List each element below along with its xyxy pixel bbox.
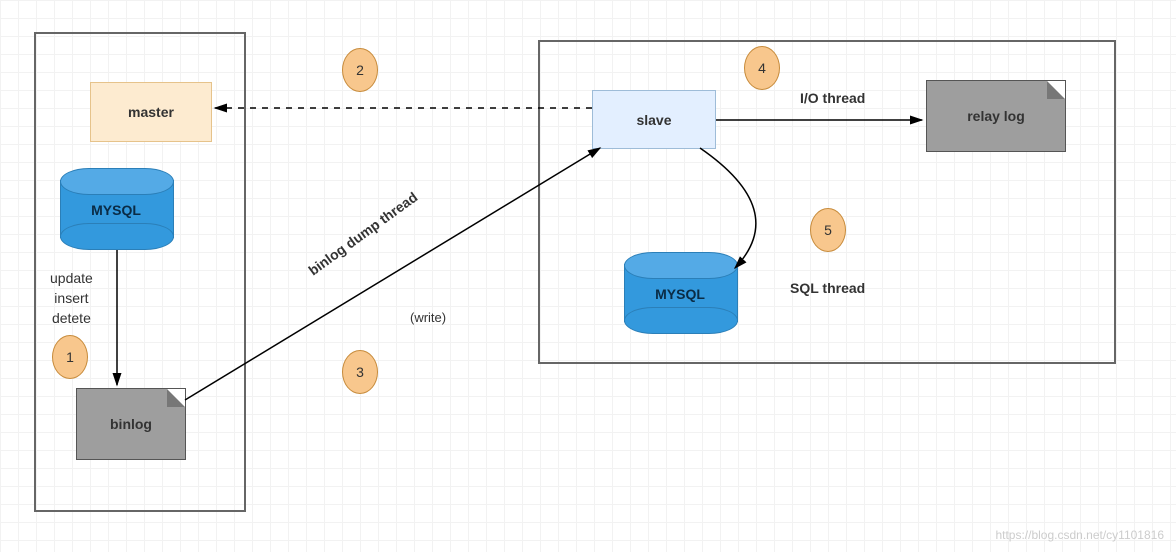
slave-db: MYSQL	[624, 252, 736, 334]
badge-3-text: 3	[356, 364, 364, 380]
ops-label: update insert detete	[50, 268, 93, 328]
master-box: master	[90, 82, 212, 142]
watermark: https://blog.csdn.net/cy1101816	[995, 528, 1164, 542]
badge-2-text: 2	[356, 62, 364, 78]
step-badge-5: 5	[810, 208, 846, 252]
slave-label: slave	[636, 112, 671, 128]
step-badge-4: 4	[744, 46, 780, 90]
badge-1-text: 1	[66, 349, 74, 365]
sql-thread-label: SQL thread	[790, 280, 865, 296]
step-badge-3: 3	[342, 350, 378, 394]
relaylog-doc: relay log	[926, 80, 1066, 152]
slave-box: slave	[592, 90, 716, 149]
write-label: (write)	[410, 310, 446, 325]
step-badge-2: 2	[342, 48, 378, 92]
badge-4-text: 4	[758, 60, 766, 76]
master-db: MYSQL	[60, 168, 172, 250]
binlog-doc: binlog	[76, 388, 186, 460]
step-badge-1: 1	[52, 335, 88, 379]
slave-db-label: MYSQL	[624, 286, 736, 302]
master-label: master	[128, 104, 174, 120]
relaylog-label: relay log	[967, 108, 1025, 124]
binlog-label: binlog	[110, 416, 152, 432]
io-thread-label: I/O thread	[800, 90, 865, 106]
master-db-label: MYSQL	[60, 202, 172, 218]
binlog-dump-thread-label: binlog dump thread	[305, 189, 420, 279]
badge-5-text: 5	[824, 222, 832, 238]
